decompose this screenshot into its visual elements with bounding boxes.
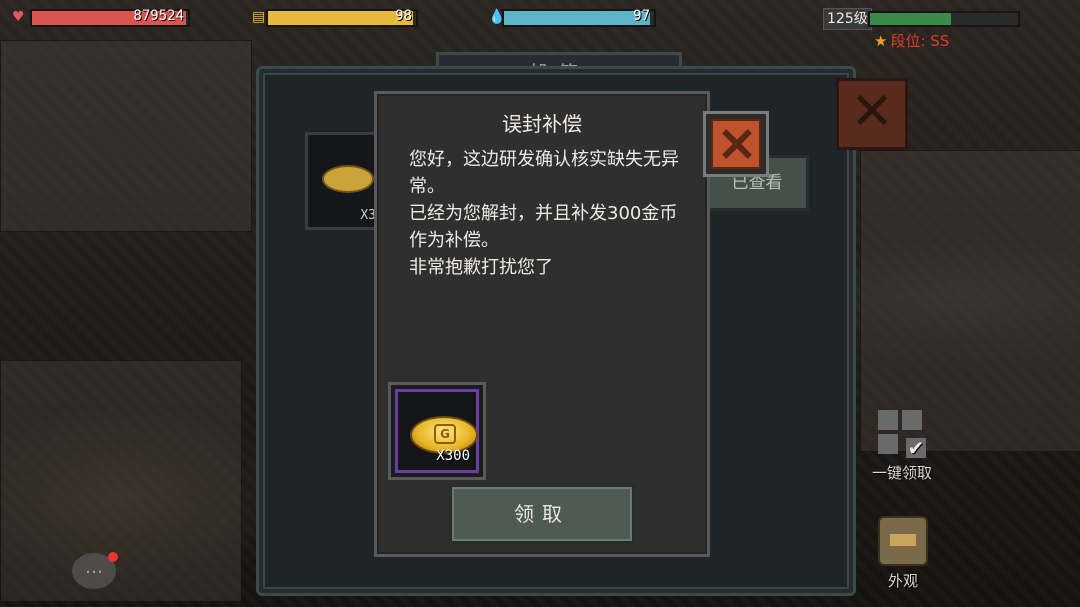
heart-icon: ♥ (12, 9, 25, 25)
food-bar-fill (268, 11, 414, 25)
mail-item-slot[interactable]: X3 (305, 132, 381, 230)
dialog-close-button[interactable] (703, 111, 769, 177)
grid-check-icon: ✔ (878, 410, 926, 458)
appearance-label: 外观 (887, 572, 918, 590)
dialog-title: 误封补偿 (502, 112, 582, 136)
water-bar: 97 (502, 8, 656, 27)
star-icon: ★ (874, 32, 888, 50)
message-line: 已经为您解封，并且补发300金币作为补偿。 (409, 203, 678, 251)
background-room (0, 360, 242, 602)
claim-all-label: 一键领取 (871, 464, 932, 482)
rank-text: 段位: SS (890, 32, 950, 50)
food-value: 98 (395, 8, 412, 24)
close-icon (711, 119, 761, 169)
appearance-icon (878, 516, 928, 566)
mailbox-close-button[interactable]: ✕ (836, 78, 908, 150)
background-room (860, 150, 1080, 452)
food-bar: 98 (266, 8, 418, 27)
rank-label: ★ 段位: SS (874, 30, 949, 51)
close-icon: ✕ (850, 82, 894, 142)
level-badge: 125级 (823, 8, 872, 30)
message-line: 您好，这边研发确认核实缺失无异常。 (409, 149, 679, 197)
claim-all-button[interactable]: ✔ 一键领取 (862, 410, 942, 483)
reward-quantity: X300 (436, 448, 470, 464)
water-bar-fill (504, 11, 650, 25)
exp-bar (868, 11, 1020, 27)
message-line: 非常抱歉打扰您了 (409, 257, 553, 278)
exp-bar-fill (870, 13, 952, 25)
gold-coin-icon (322, 165, 374, 193)
reward-item-slot[interactable]: X300 (388, 382, 486, 480)
notification-dot (108, 552, 118, 562)
water-value: 97 (633, 8, 650, 24)
reward-item-frame: X300 (395, 389, 479, 473)
dialog-message: 您好，这边研发确认核实缺失无异常。 已经为您解封，并且补发300金币作为补偿。 … (409, 146, 689, 281)
health-value: 879524 (133, 8, 184, 24)
appearance-button[interactable]: 外观 (866, 516, 940, 591)
health-bar: 879524 (30, 8, 190, 27)
burger-icon: ▤ (252, 9, 266, 25)
background-room (0, 40, 252, 232)
claim-button[interactable]: 领取 (449, 484, 635, 544)
